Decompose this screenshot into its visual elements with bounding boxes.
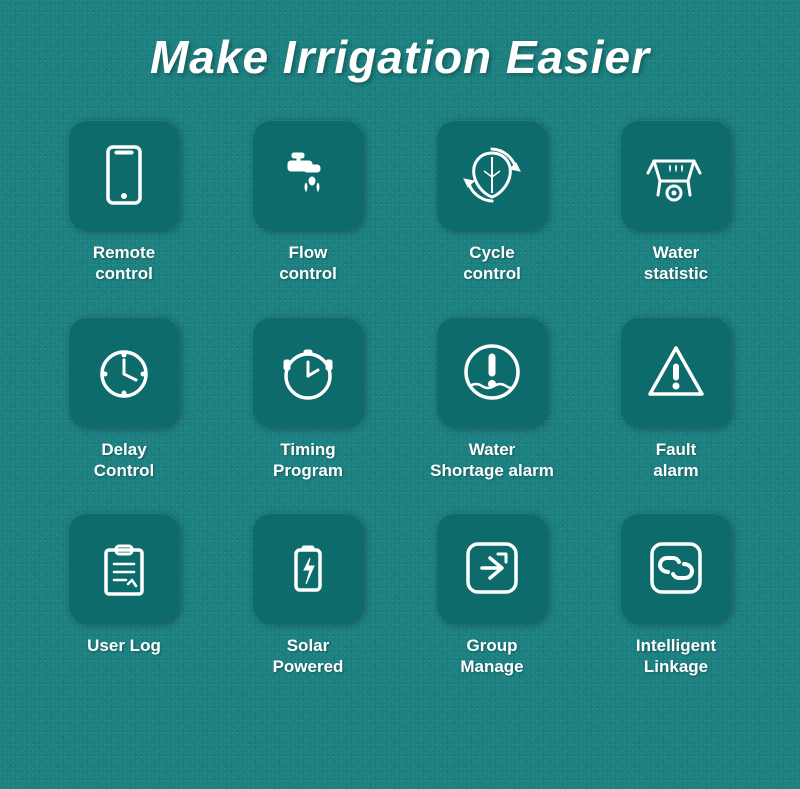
log-icon: [92, 536, 156, 600]
flow-control-label: Flowcontrol: [279, 242, 337, 285]
delay-control-item[interactable]: DelayControl: [44, 317, 204, 482]
solar-powered-icon-box: [253, 513, 363, 623]
remote-control-label: Remotecontrol: [93, 242, 155, 285]
cycle-control-item[interactable]: Cyclecontrol: [412, 120, 572, 285]
flow-control-item[interactable]: Flowcontrol: [228, 120, 388, 285]
water-shortage-alarm-icon-box: [437, 317, 547, 427]
page-title: Make Irrigation Easier: [150, 30, 650, 84]
intelligent-linkage-item[interactable]: IntelligentLinkage: [596, 513, 756, 678]
faucet-icon: [276, 143, 340, 207]
features-grid: Remotecontrol: [44, 120, 756, 678]
fault-alarm-item[interactable]: Faultalarm: [596, 317, 756, 482]
water-statistic-label: Waterstatistic: [644, 242, 708, 285]
timing-program-label: TimingProgram: [273, 439, 343, 482]
link-icon: [644, 536, 708, 600]
water-alert-icon: [460, 340, 524, 404]
water-statistic-item[interactable]: Waterstatistic: [596, 120, 756, 285]
delay-clock-icon: [92, 340, 156, 404]
user-log-label: User Log: [87, 635, 161, 656]
delay-control-icon-box: [69, 317, 179, 427]
delay-control-label: DelayControl: [94, 439, 154, 482]
timing-program-icon-box: [253, 317, 363, 427]
water-shortage-alarm-item[interactable]: WaterShortage alarm: [412, 317, 572, 482]
water-statistic-icon-box: [621, 120, 731, 230]
group-manage-label: GroupManage: [460, 635, 523, 678]
user-log-item[interactable]: User Log: [44, 513, 204, 678]
solar-powered-label: SolarPowered: [273, 635, 344, 678]
share-icon: [460, 536, 524, 600]
group-manage-item[interactable]: GroupManage: [412, 513, 572, 678]
remote-control-icon-box: [69, 120, 179, 230]
solar-powered-item[interactable]: SolarPowered: [228, 513, 388, 678]
timer-icon: [276, 340, 340, 404]
flow-control-icon-box: [253, 120, 363, 230]
warning-icon: [644, 340, 708, 404]
water-shortage-alarm-label: WaterShortage alarm: [430, 439, 554, 482]
user-log-icon-box: [69, 513, 179, 623]
timing-program-item[interactable]: TimingProgram: [228, 317, 388, 482]
phone-icon: [92, 143, 156, 207]
intelligent-linkage-label: IntelligentLinkage: [636, 635, 716, 678]
cycle-control-icon-box: [437, 120, 547, 230]
wheelbarrow-icon: [644, 143, 708, 207]
remote-control-item[interactable]: Remotecontrol: [44, 120, 204, 285]
cycle-control-label: Cyclecontrol: [463, 242, 521, 285]
intelligent-linkage-icon-box: [621, 513, 731, 623]
fault-alarm-label: Faultalarm: [653, 439, 698, 482]
page: Make Irrigation Easier Remotecontrol: [0, 0, 800, 789]
fault-alarm-icon-box: [621, 317, 731, 427]
group-manage-icon-box: [437, 513, 547, 623]
cycle-icon: [460, 143, 524, 207]
solar-icon: [276, 536, 340, 600]
